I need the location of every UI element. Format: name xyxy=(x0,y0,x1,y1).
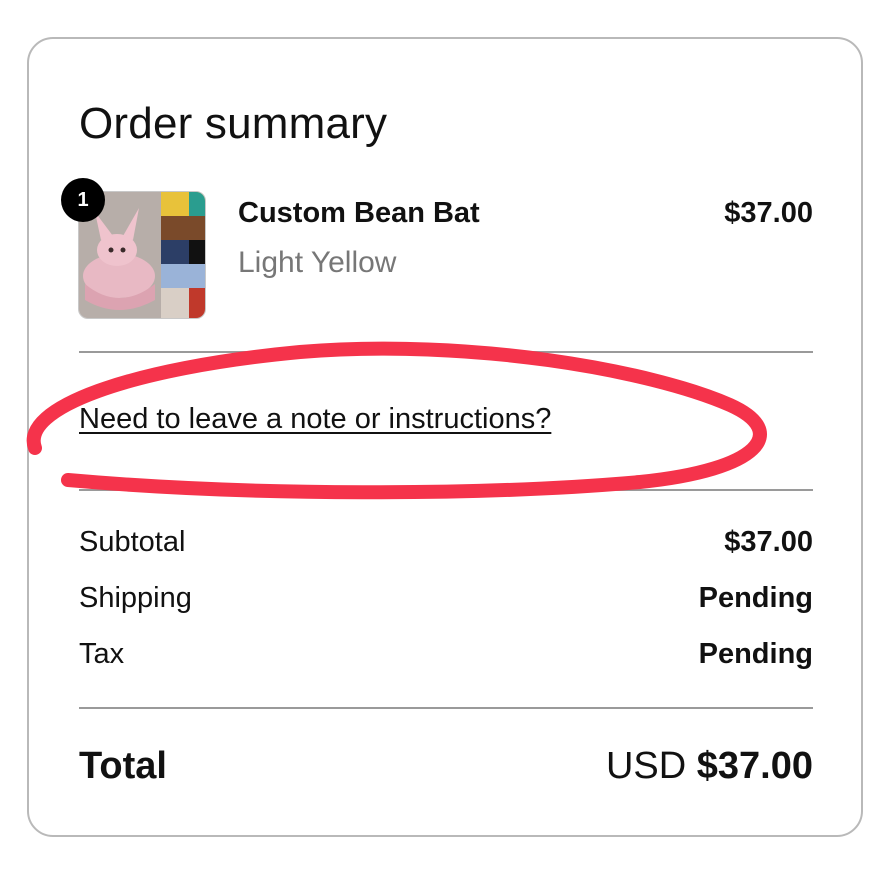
subtotal-label: Subtotal xyxy=(79,526,186,558)
shipping-label: Shipping xyxy=(79,582,192,614)
quantity-badge: 1 xyxy=(61,178,105,222)
total-currency: USD xyxy=(605,745,687,787)
tax-label: Tax xyxy=(79,638,125,670)
shipping-value: Pending xyxy=(698,582,813,614)
product-name: Custom Bean Bat xyxy=(238,197,480,229)
total-label: Total xyxy=(79,745,167,787)
product-variant: Light Yellow xyxy=(238,246,397,279)
tax-value: Pending xyxy=(698,638,813,670)
subtotal-value: $37.00 xyxy=(724,526,813,558)
product-price: $37.00 xyxy=(724,197,813,229)
divider xyxy=(79,489,813,491)
order-summary-title: Order summary xyxy=(79,99,388,148)
total-value: USD $37.00 xyxy=(606,745,813,788)
add-note-link[interactable]: Need to leave a note or instructions? xyxy=(79,403,551,436)
divider xyxy=(79,351,813,353)
total-amount: $37.00 xyxy=(696,745,813,787)
divider xyxy=(79,707,813,709)
order-summary-card: Order summary 1 Custom Bean Bat Light Ye… xyxy=(27,37,863,837)
